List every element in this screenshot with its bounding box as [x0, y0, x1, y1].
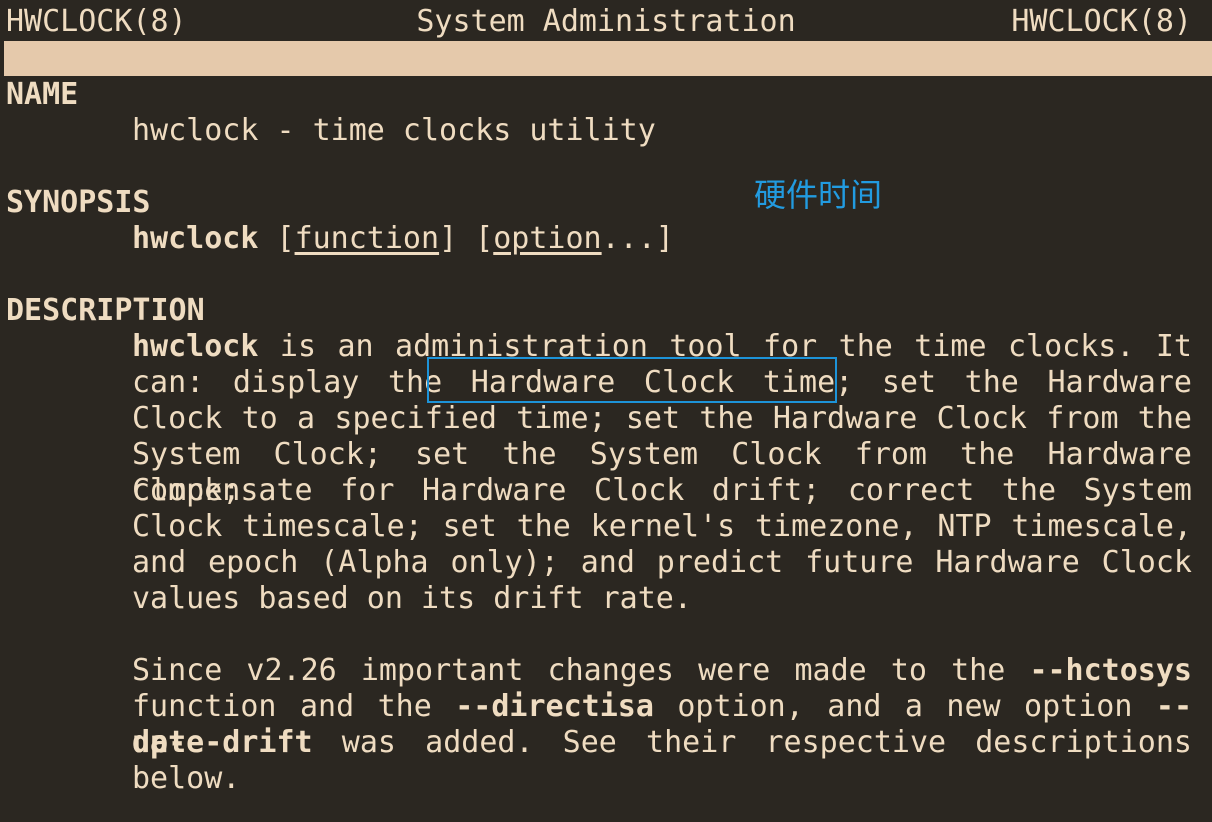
description-line-6: Clock timescale; set the kernel's timezo… [132, 509, 1192, 544]
p2-line-1-text: Since v2.26 important changes were made … [132, 653, 1030, 688]
synopsis-bracket-mid: ] [ [439, 221, 494, 256]
name-description: hwclock - time clocks utility [132, 113, 656, 148]
synopsis-command: hwclock [132, 221, 259, 256]
description-line-3: Clock to a specified time; set the Hardw… [132, 401, 1192, 436]
highlight-box [427, 357, 837, 403]
description-p2-line-3: date-drift was added. See their respecti… [132, 725, 1192, 761]
option-update-drift-end: date-drift [132, 725, 313, 760]
synopsis-option-arg: option [493, 221, 602, 256]
synopsis-bracket-close: ...] [601, 221, 674, 256]
synopsis-line: hwclock [function] [option...] [132, 221, 674, 257]
annotation-label: 硬件时间 [754, 176, 883, 214]
description-line-8: values based on its drift rate. [132, 581, 692, 616]
synopsis-bracket-open: [ [258, 221, 295, 256]
header-separator-bar [4, 41, 1212, 76]
description-line-7: and epoch (Alpha only); and predict futu… [132, 545, 1192, 580]
description-command: hwclock [132, 329, 259, 364]
p2-line-2-text-a: function and the [132, 689, 456, 724]
description-line-5: compensate for Hardware Clock drift; cor… [132, 473, 1192, 508]
option-directisa: --directisa [455, 689, 654, 724]
description-p2-line-4: below. [132, 761, 241, 796]
section-heading-description: DESCRIPTION [6, 293, 205, 328]
description-p2-line-1: Since v2.26 important changes were made … [132, 653, 1192, 689]
section-heading-synopsis: SYNOPSIS [6, 185, 151, 220]
header-right-title: HWCLOCK(8) [1011, 4, 1192, 39]
terminal-man-page: HWCLOCK(8) System Administration HWCLOCK… [0, 0, 1212, 822]
section-heading-name: NAME [6, 77, 79, 112]
p2-line-2-text-b: option, and a new option [653, 689, 1156, 724]
synopsis-function-arg: function [294, 221, 440, 256]
p2-line-3-text: was added. See their respective descript… [312, 725, 1192, 760]
option-hctosys: --hctosys [1029, 653, 1192, 688]
